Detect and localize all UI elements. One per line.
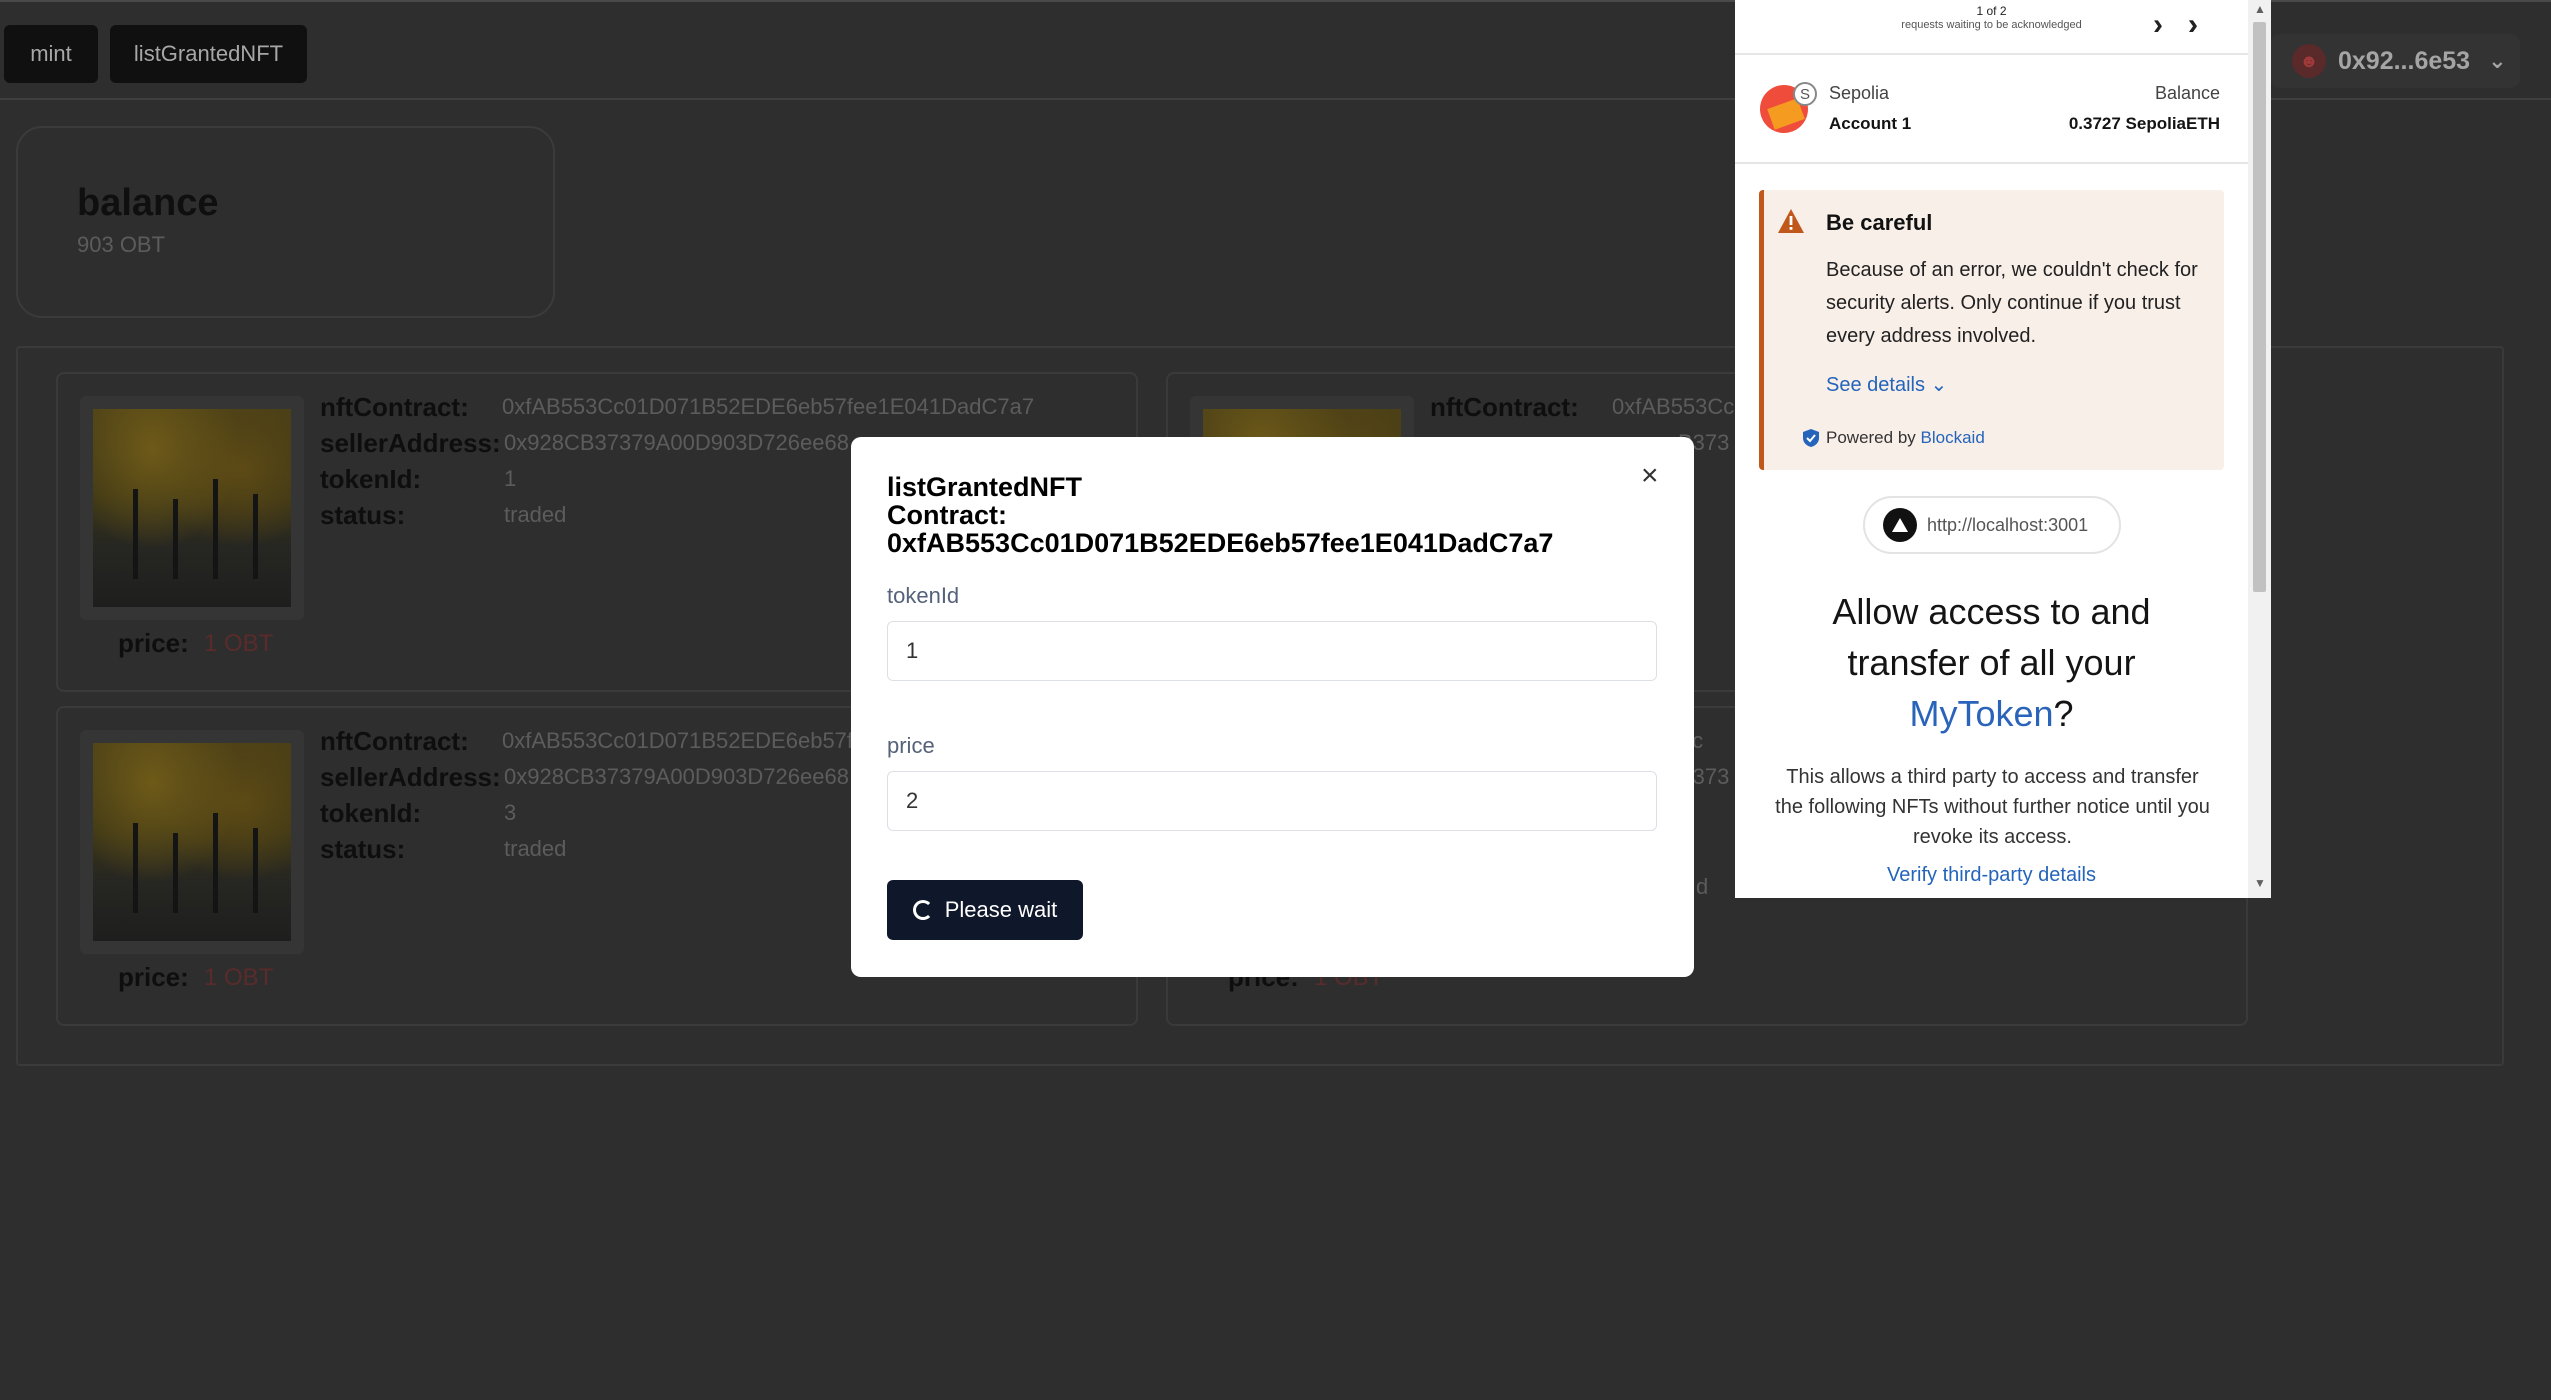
spinner-icon xyxy=(912,900,933,920)
powered-by-label: Powered by xyxy=(1826,428,1916,447)
nft-contract-value: 0xfAB553Cc01D071B52EDE6eb57fee1E041DadC7… xyxy=(502,394,1035,419)
nft-contract-label: nftContract: xyxy=(320,392,469,422)
pager-subtitle: requests waiting to be acknowledged xyxy=(1901,19,2082,31)
heading-line: Allow access to and xyxy=(1832,591,2151,632)
nft-contract-value: 0xfAB553Cc xyxy=(1612,394,1735,419)
see-details-label: See details xyxy=(1826,374,1925,396)
submit-button[interactable]: Please wait xyxy=(887,880,1083,940)
token-id-input[interactable] xyxy=(887,621,1657,681)
balance-card: balance 903 OBT xyxy=(16,126,555,318)
warning-icon xyxy=(1778,209,1804,233)
chevron-down-icon: ⌄ xyxy=(1930,374,1948,396)
nft-contract-label: nftContract: xyxy=(320,726,469,756)
alert-title: Be careful xyxy=(1826,210,1933,235)
nft-status-label: status: xyxy=(320,834,406,864)
nft-price-label: price: xyxy=(118,962,189,992)
nft-image xyxy=(80,396,304,620)
list-granted-nft-dialog: × listGrantedNFT Contract: 0xfAB553Cc01D… xyxy=(851,437,1694,977)
scrollbar-thumb[interactable] xyxy=(2253,22,2266,592)
token-link[interactable]: MyToken xyxy=(1909,693,2053,734)
nft-price-value: 1 OBT xyxy=(204,964,274,991)
pager-count: 1 of 2 xyxy=(1976,4,2007,18)
balance-value: 0.3727 SepoliaETH xyxy=(2068,114,2220,133)
balance-value: 903 OBT xyxy=(77,232,166,257)
security-alert: Be careful Because of an error, we could… xyxy=(1759,190,2224,470)
price-label: price xyxy=(887,733,935,758)
nft-status-value: traded xyxy=(504,836,567,861)
origin-url: http://localhost:3001 xyxy=(1927,514,2089,535)
wallet-popup: 1 of 2 requests waiting to be acknowledg… xyxy=(1735,0,2271,898)
permission-heading: Allow access to and transfer of all your… xyxy=(1735,586,2248,739)
nft-price-label: price: xyxy=(118,628,189,658)
network-name: Sepolia xyxy=(1829,83,1890,103)
mint-button[interactable]: mint xyxy=(4,25,98,83)
nft-token-label: tokenId: xyxy=(320,464,422,494)
network-badge: S xyxy=(1793,82,1817,106)
nft-seller-label: sellerAddress: xyxy=(320,428,501,458)
dialog-title-line: listGrantedNFT xyxy=(887,472,1083,502)
verify-third-party-link[interactable]: Verify third-party details xyxy=(1735,864,2248,887)
see-details-link[interactable]: See details ⌄ xyxy=(1826,372,1947,397)
nft-token-value: 1 xyxy=(504,466,517,491)
account-avatar: ☻ xyxy=(2292,44,2326,78)
dialog-title: listGrantedNFT Contract: 0xfAB553Cc01D07… xyxy=(887,473,1627,557)
permission-description: This allows a third party to access and … xyxy=(1775,766,2210,848)
account-bar: S Sepolia Account 1 Balance 0.3727 Sepol… xyxy=(1735,57,2248,164)
next-request-icon[interactable]: › xyxy=(2153,8,2163,42)
balance-title: balance xyxy=(77,182,219,224)
site-logo-icon xyxy=(1883,508,1917,542)
pager-text: 1 of 2 requests waiting to be acknowledg… xyxy=(1735,4,2248,32)
heading-line: MyToken? xyxy=(1735,688,2248,739)
request-pager: 1 of 2 requests waiting to be acknowledg… xyxy=(1735,0,2248,55)
token-id-label: tokenId xyxy=(887,583,960,608)
submit-button-label: Please wait xyxy=(944,897,1058,922)
chevron-down-icon: ⌄ xyxy=(2488,48,2507,73)
nft-price-value: 1 OBT xyxy=(204,630,274,657)
alert-body: Because of an error, we couldn't check f… xyxy=(1826,259,2198,347)
scroll-up-icon[interactable]: ▲ xyxy=(2254,2,2266,16)
price-input[interactable] xyxy=(887,771,1657,831)
shield-icon xyxy=(1803,429,1819,447)
nft-status-label: status: xyxy=(320,500,406,530)
scroll-down-icon[interactable]: ▼ xyxy=(2254,876,2266,890)
balance-label: Balance xyxy=(2154,83,2220,103)
nft-token-label: tokenId: xyxy=(320,798,422,828)
list-granted-nft-button[interactable]: listGrantedNFT xyxy=(110,25,307,83)
heading-line: transfer of all your xyxy=(1847,642,2136,683)
nft-image xyxy=(80,730,304,954)
dialog-title-line: Contract: xyxy=(887,500,1007,530)
nft-contract-value: 0xfAB553Cc01D071B52EDE6eb57fe xyxy=(502,728,866,753)
nft-seller-value: 0x928CB37379A00D903D726ee68 xyxy=(504,430,849,455)
dialog-title-contract: 0xfAB553Cc01D071B52EDE6eb57fee1E041DadC7… xyxy=(887,528,1554,558)
nft-seller-value: 0x928CB37379A00D903D726ee68 xyxy=(504,764,849,789)
nft-status-value: traded xyxy=(504,502,567,527)
blockaid-link[interactable]: Blockaid xyxy=(1921,428,1985,447)
powered-by: Powered by Blockaid xyxy=(1826,428,1985,448)
account-address: 0x92...6e53 xyxy=(2338,46,2471,75)
heading-end: ? xyxy=(2053,693,2074,734)
close-icon[interactable]: × xyxy=(1641,459,1659,493)
account-name: Account 1 xyxy=(1829,114,1912,133)
scrollbar[interactable]: ▲ ▼ xyxy=(2248,0,2271,898)
origin-pill: http://localhost:3001 xyxy=(1863,496,2121,554)
nft-status-value: d xyxy=(1696,874,1709,899)
nft-seller-label: sellerAddress: xyxy=(320,762,501,792)
account-chip[interactable]: ☻ 0x92...6e53 ⌄ xyxy=(2270,34,2520,88)
nft-contract-label: nftContract: xyxy=(1430,392,1579,422)
nft-token-value: 3 xyxy=(504,800,517,825)
